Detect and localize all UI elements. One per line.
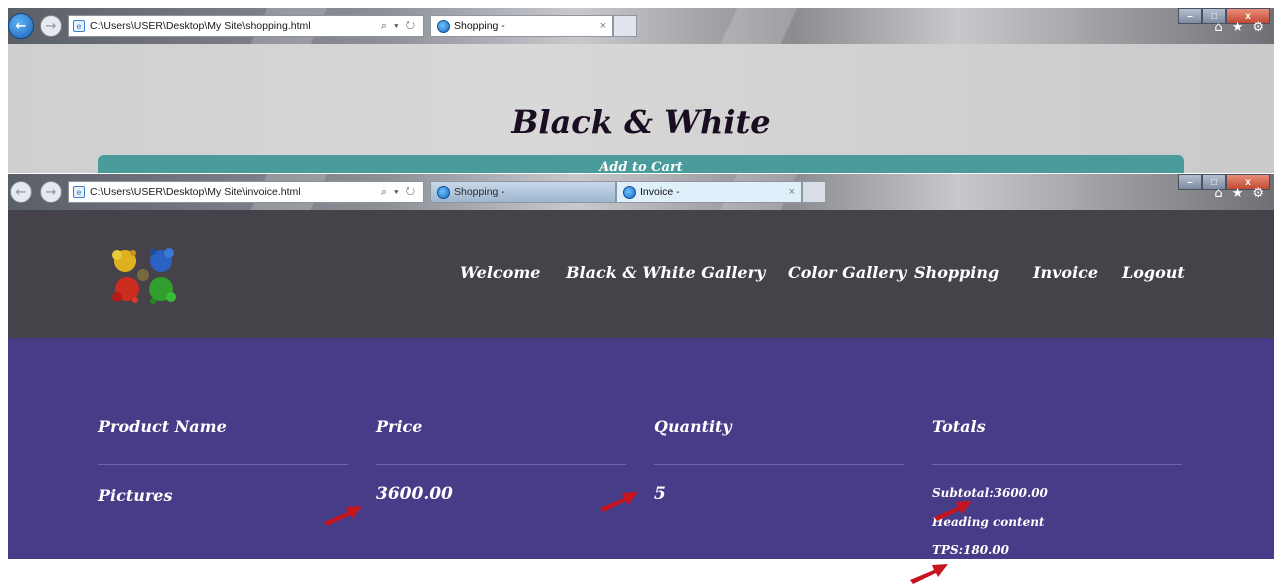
forward-button[interactable]: → (40, 181, 62, 203)
tab-shopping[interactable]: Shopping - × (430, 15, 613, 37)
toolbar-icons: ⌂ ★ ⚙ (1214, 20, 1264, 35)
minimize-button[interactable]: – (1178, 174, 1202, 190)
main-nav: Welcome Black & White Gallery Color Gall… (8, 263, 1274, 287)
browser-chrome-invoice: ← → e C:\Users\USER\Desktop\My Site\invo… (8, 174, 1274, 210)
divider (98, 464, 348, 465)
tab-label: Shopping - (454, 186, 505, 198)
tab-close-icon[interactable]: × (789, 186, 795, 198)
ie-icon (437, 185, 450, 199)
header-quantity: Quantity (654, 417, 732, 436)
home-icon[interactable]: ⌂ (1214, 186, 1222, 201)
annotation-arrow-icon (910, 564, 948, 584)
tab-invoice[interactable]: Invoice - × (616, 181, 802, 203)
header-product-name: Product Name (98, 417, 227, 436)
ie-icon (437, 19, 450, 33)
favorites-icon[interactable]: ★ (1232, 186, 1244, 201)
tab-label: Shopping - (454, 20, 505, 32)
add-to-cart-button[interactable]: Add to Cart (98, 155, 1184, 173)
nav-invoice[interactable]: Invoice (1033, 263, 1098, 282)
favorites-icon[interactable]: ★ (1232, 20, 1244, 35)
header-totals: Totals (932, 417, 986, 436)
background-streak (714, 8, 802, 44)
address-text: C:\Users\USER\Desktop\My Site\invoice.ht… (90, 186, 301, 198)
nav-color-gallery[interactable]: Color Gallery (788, 263, 906, 282)
site-header: Welcome Black & White Gallery Color Gall… (8, 210, 1274, 338)
annotation-arrow-icon (600, 492, 638, 512)
quantity-value: 5 (654, 484, 666, 504)
page-icon: e (73, 20, 85, 32)
shopping-page: Black & White Add to Cart (8, 44, 1274, 173)
browser-chrome-shopping: ← → e C:\Users\USER\Desktop\My Site\shop… (8, 8, 1274, 44)
new-tab-button[interactable] (802, 181, 826, 203)
divider (654, 464, 904, 465)
ie-icon (623, 185, 636, 199)
tab-close-icon[interactable]: × (600, 20, 606, 32)
back-button[interactable]: ← (8, 13, 34, 39)
nav-logout[interactable]: Logout (1122, 263, 1185, 282)
header-price: Price (376, 417, 423, 436)
back-button[interactable]: ← (10, 181, 32, 203)
divider (932, 464, 1182, 465)
nav-black-white-gallery[interactable]: Black & White Gallery (566, 263, 765, 282)
address-bar[interactable]: e C:\Users\USER\Desktop\My Site\invoice.… (68, 181, 424, 203)
divider (376, 464, 626, 465)
settings-icon[interactable]: ⚙ (1252, 186, 1264, 201)
new-tab-button[interactable] (613, 15, 637, 37)
tps-value: TPS:180.00 (932, 543, 1009, 557)
home-icon[interactable]: ⌂ (1214, 20, 1222, 35)
address-controls[interactable]: ⌕ ▾ ↻ (381, 186, 423, 199)
address-bar[interactable]: e C:\Users\USER\Desktop\My Site\shopping… (68, 15, 424, 37)
settings-icon[interactable]: ⚙ (1252, 20, 1264, 35)
product-name-value: Pictures (98, 486, 173, 505)
page-icon: e (73, 186, 85, 198)
address-text: C:\Users\USER\Desktop\My Site\shopping.h… (90, 20, 311, 32)
nav-welcome[interactable]: Welcome (460, 263, 540, 282)
annotation-arrow-icon (934, 501, 972, 521)
nav-shopping[interactable]: Shopping (914, 263, 999, 282)
invoice-section: Product Name Price Quantity Totals Pictu… (8, 338, 1274, 559)
tab-shopping[interactable]: Shopping - (430, 181, 616, 203)
minimize-button[interactable]: – (1178, 8, 1202, 24)
annotation-arrow-icon (324, 506, 362, 526)
tab-label: Invoice - (640, 186, 680, 198)
address-controls[interactable]: ⌕ ▾ ↻ (381, 20, 423, 33)
page-title: Black & White (511, 103, 771, 141)
toolbar-icons: ⌂ ★ ⚙ (1214, 186, 1264, 201)
forward-button[interactable]: → (40, 15, 62, 37)
price-value: 3600.00 (376, 484, 453, 504)
